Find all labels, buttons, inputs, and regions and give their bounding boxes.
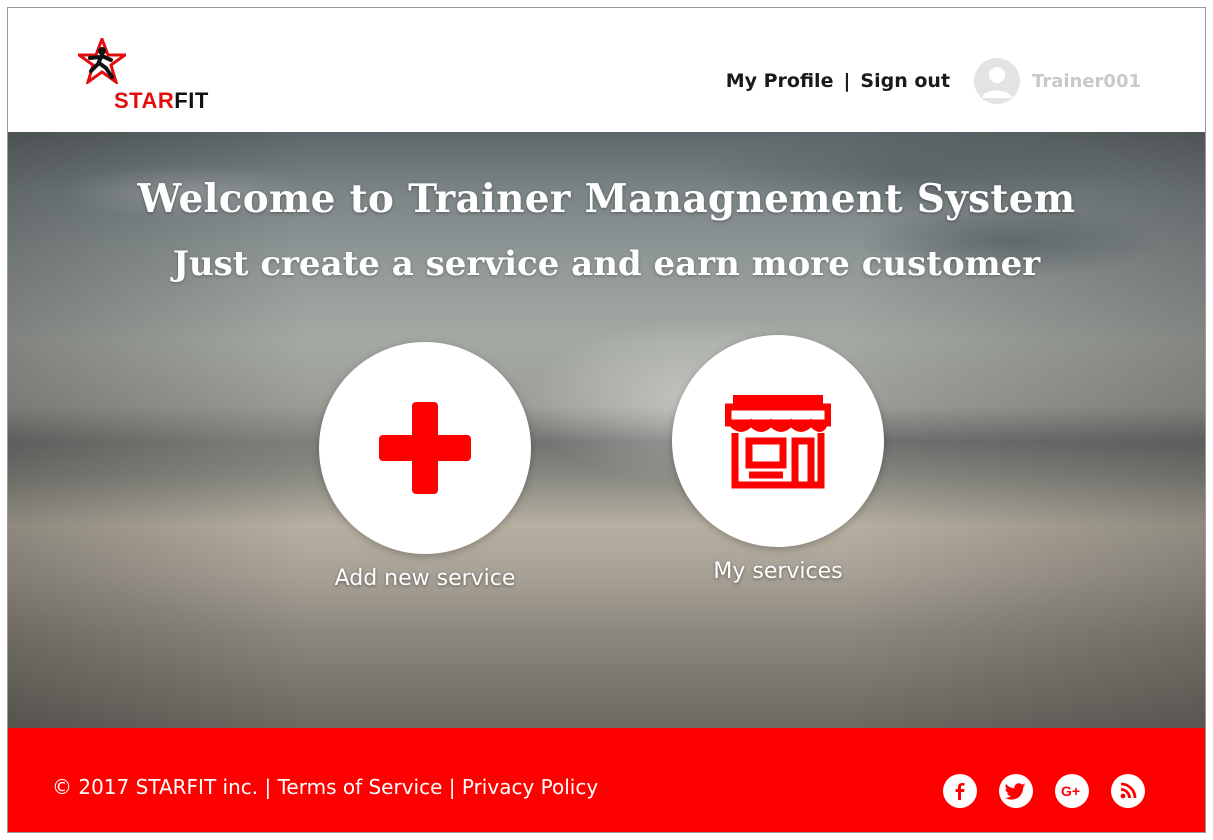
star-logo-icon [78, 38, 126, 84]
plus-icon [379, 402, 471, 494]
header: STARFIT My Profile | Sign out Trainer001 [8, 8, 1205, 132]
hero-banner: Welcome to Trainer Managnement System Ju… [8, 132, 1205, 728]
user-avatar-icon[interactable] [974, 58, 1021, 104]
my-services-label[interactable]: My services [663, 559, 893, 584]
terms-of-service-link[interactable]: Terms of Service [278, 775, 443, 799]
top-nav: My Profile | Sign out Trainer001 [726, 58, 1141, 104]
copyright-text: © 2017 STARFIT inc. [52, 775, 259, 799]
username[interactable]: Trainer001 [1032, 71, 1141, 92]
footer-separator: | [448, 775, 456, 799]
sign-out-link[interactable]: Sign out [860, 70, 950, 92]
footer-links: © 2017 STARFIT inc. | Terms of Service |… [52, 775, 598, 799]
add-new-service-label[interactable]: Add new service [310, 566, 540, 591]
nav-separator: | [843, 70, 851, 92]
starfit-logo[interactable]: STARFIT [78, 32, 268, 113]
privacy-policy-link[interactable]: Privacy Policy [462, 775, 598, 799]
twitter-icon[interactable] [999, 774, 1033, 808]
add-service-circle[interactable] [319, 342, 531, 554]
my-services-circle[interactable] [672, 335, 884, 547]
facebook-icon[interactable] [943, 774, 977, 808]
hero-subtitle: Just create a service and earn more cust… [172, 244, 1041, 284]
app-frame: STARFIT My Profile | Sign out Trainer001… [7, 7, 1206, 833]
social-links: G+ [921, 774, 1145, 808]
logo-text: STARFIT [114, 88, 209, 113]
add-new-service-button[interactable]: Add new service [310, 342, 540, 591]
footer: © 2017 STARFIT inc. | Terms of Service |… [8, 728, 1205, 832]
footer-separator: | [264, 775, 272, 799]
google-plus-icon[interactable]: G+ [1055, 774, 1089, 808]
hero-title: Welcome to Trainer Managnement System [137, 176, 1076, 222]
storefront-icon [725, 395, 831, 489]
svg-text:G+: G+ [1061, 783, 1080, 799]
rss-icon[interactable] [1111, 774, 1145, 808]
my-services-button[interactable]: My services [663, 335, 893, 584]
my-profile-link[interactable]: My Profile [726, 70, 834, 92]
